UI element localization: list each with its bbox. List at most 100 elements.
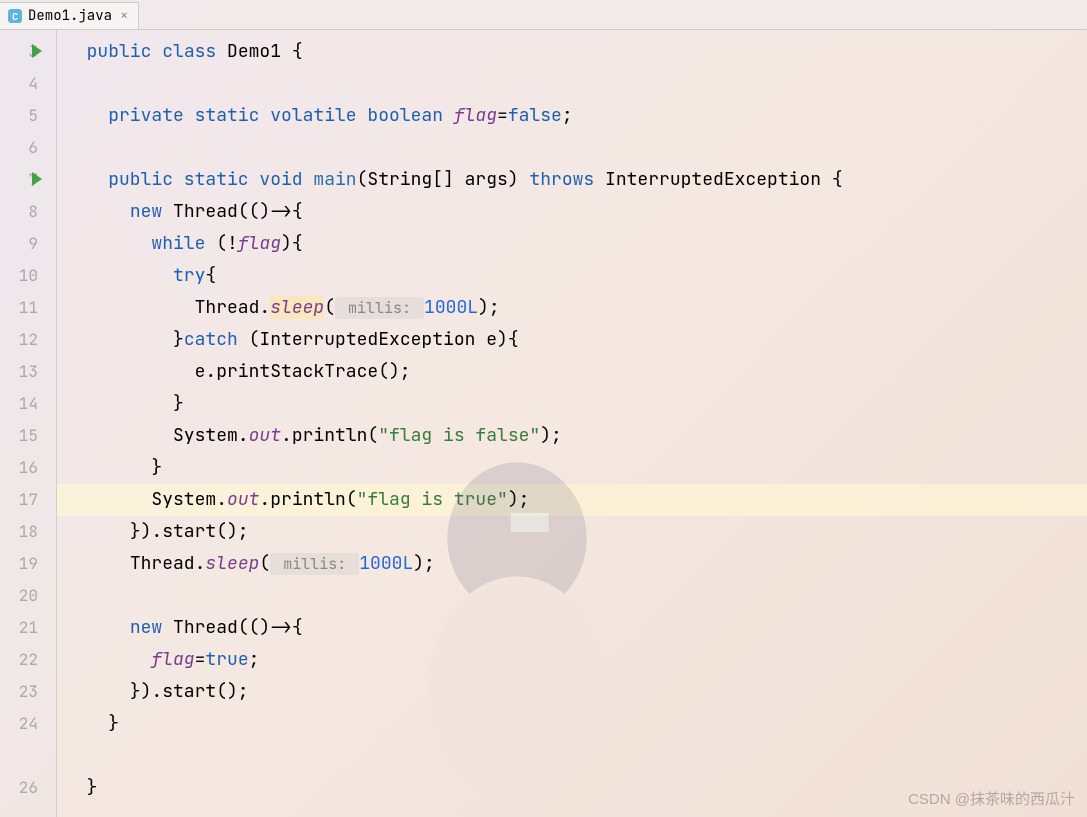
line-number: 19 <box>0 548 56 580</box>
token: sleep <box>270 296 324 319</box>
token: { <box>205 264 216 287</box>
line-number: 11 <box>0 292 56 324</box>
editor-area: 345678910111213141516171819202122232426 … <box>0 30 1087 817</box>
token: } <box>87 776 98 799</box>
code-line[interactable]: }).start(); <box>57 516 1087 548</box>
code-line[interactable]: System.out.println("flag is true"); <box>57 484 1087 516</box>
code-area[interactable]: public class Demo1 { private static vola… <box>56 30 1087 817</box>
token: out <box>249 424 281 447</box>
code-line[interactable]: while (!flag){ <box>57 228 1087 260</box>
token: = <box>195 648 206 671</box>
code-line[interactable]: private static volatile boolean flag=fal… <box>57 100 1087 132</box>
token: ); <box>508 488 530 511</box>
code-line[interactable]: } <box>57 388 1087 420</box>
code-line[interactable]: }catch (InterruptedException e){ <box>57 324 1087 356</box>
token: (String[] args) <box>357 168 530 191</box>
line-number: 26 <box>0 772 56 804</box>
token: main <box>313 168 356 191</box>
code-line[interactable]: try{ <box>57 260 1087 292</box>
token: public static void <box>108 168 313 191</box>
token: throws <box>529 168 605 191</box>
token: } <box>173 328 184 351</box>
token: new <box>130 616 173 639</box>
gutter: 345678910111213141516171819202122232426 <box>0 30 56 817</box>
token: e.printStackTrace(); <box>195 360 411 383</box>
token: (InterruptedException e){ <box>249 328 519 351</box>
token: true <box>205 648 248 671</box>
line-number: 20 <box>0 580 56 612</box>
line-number: 22 <box>0 644 56 676</box>
code-line[interactable]: } <box>57 708 1087 740</box>
line-number: 3 <box>0 36 56 68</box>
token: catch <box>184 328 249 351</box>
line-number: 18 <box>0 516 56 548</box>
code-line[interactable]: new Thread(()->{ <box>57 196 1087 228</box>
token: ); <box>413 552 435 575</box>
token: { <box>292 40 303 63</box>
code-line[interactable]: new Thread(()->{ <box>57 612 1087 644</box>
token: ( <box>324 296 335 319</box>
token: = <box>497 104 508 127</box>
line-number: 8 <box>0 196 56 228</box>
java-class-icon: C <box>8 9 22 23</box>
token: InterruptedException { <box>605 168 843 191</box>
code-line[interactable] <box>57 68 1087 100</box>
line-number: 10 <box>0 260 56 292</box>
code-line[interactable]: Thread.sleep( millis: 1000L); <box>57 292 1087 324</box>
line-number: 13 <box>0 356 56 388</box>
tab-filename: Demo1.java <box>28 7 112 25</box>
token: flag <box>151 648 194 671</box>
token: System. <box>151 488 227 511</box>
token: sleep <box>205 552 259 575</box>
token: flag <box>454 104 497 127</box>
token: "flag is true" <box>357 488 508 511</box>
watermark: CSDN @抹茶味的西瓜汁 <box>908 788 1075 809</box>
run-gutter-icon[interactable] <box>32 44 42 58</box>
line-number: 12 <box>0 324 56 356</box>
code-line[interactable] <box>57 740 1087 772</box>
code-line[interactable] <box>57 132 1087 164</box>
close-icon[interactable]: × <box>118 7 130 25</box>
token: (! <box>216 232 238 255</box>
line-number: 4 <box>0 68 56 100</box>
token: Thread(()->{ <box>173 616 303 639</box>
line-number: 16 <box>0 452 56 484</box>
token: flag <box>238 232 281 255</box>
code-line[interactable]: } <box>57 452 1087 484</box>
code-line[interactable]: e.printStackTrace(); <box>57 356 1087 388</box>
line-number: 15 <box>0 420 56 452</box>
code-line[interactable] <box>57 580 1087 612</box>
tab-bar: C Demo1.java × <box>0 0 1087 30</box>
line-number <box>0 740 56 772</box>
token: false <box>508 104 562 127</box>
token: 1000L <box>424 296 478 319</box>
token: out <box>227 488 259 511</box>
token: class <box>162 40 227 63</box>
token: } <box>108 712 119 735</box>
line-number: 5 <box>0 100 56 132</box>
line-number: 23 <box>0 676 56 708</box>
token: }).start(); <box>130 520 249 543</box>
token: new <box>130 200 173 223</box>
code-line[interactable]: }).start(); <box>57 676 1087 708</box>
run-gutter-icon[interactable] <box>32 172 42 186</box>
code-line[interactable]: flag=true; <box>57 644 1087 676</box>
line-number: 24 <box>0 708 56 740</box>
token: ){ <box>281 232 303 255</box>
file-tab[interactable]: C Demo1.java × <box>0 2 139 29</box>
code-line[interactable]: System.out.println("flag is false"); <box>57 420 1087 452</box>
line-number: 9 <box>0 228 56 260</box>
token: Demo1 <box>227 40 292 63</box>
token: Thread(()->{ <box>173 200 303 223</box>
code-line[interactable]: public class Demo1 { <box>57 36 1087 68</box>
token: private static volatile boolean <box>108 104 454 127</box>
line-number: 21 <box>0 612 56 644</box>
code-line[interactable]: Thread.sleep( millis: 1000L); <box>57 548 1087 580</box>
token: ); <box>540 424 562 447</box>
token: ; <box>249 648 260 671</box>
line-number: 7 <box>0 164 56 196</box>
token: System. <box>173 424 249 447</box>
code-line[interactable]: public static void main(String[] args) t… <box>57 164 1087 196</box>
token: Thread. <box>195 296 271 319</box>
token: "flag is false" <box>378 424 540 447</box>
